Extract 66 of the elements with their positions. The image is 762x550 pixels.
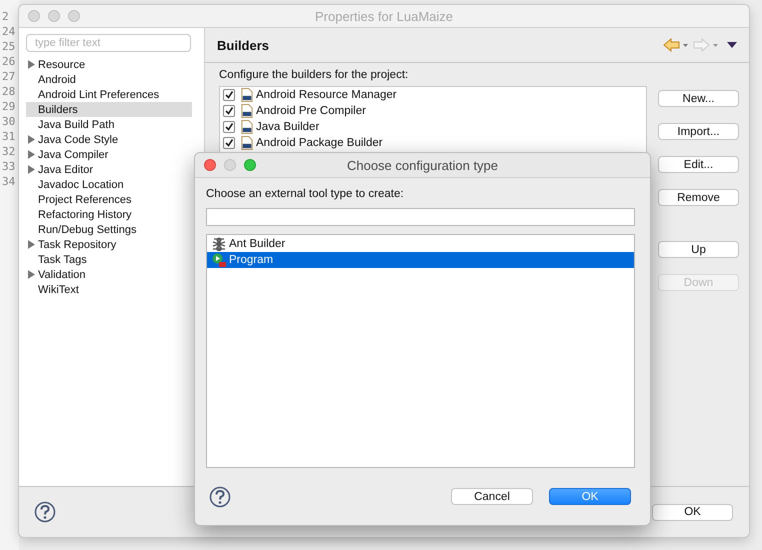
- line-number: 34: [1, 174, 16, 189]
- back-arrow-icon[interactable]: [663, 38, 689, 52]
- line-number: 32: [1, 144, 16, 159]
- search-field[interactable]: [206, 208, 635, 226]
- line-number: 28: [1, 84, 16, 99]
- view-menu-icon[interactable]: [727, 42, 737, 48]
- line-number: 31: [1, 129, 16, 144]
- line-number: 30: [1, 114, 16, 129]
- side-button[interactable]: Up: [658, 241, 739, 258]
- help-icon[interactable]: [34, 501, 56, 523]
- side-button[interactable]: Remove: [658, 189, 739, 206]
- sidebar-item[interactable]: Builders: [26, 102, 192, 117]
- type-item[interactable]: Program: [207, 252, 634, 268]
- sidebar-item[interactable]: Project References: [26, 192, 192, 207]
- close-button[interactable]: [204, 159, 216, 171]
- line-number: 27: [1, 69, 16, 84]
- sidebar-item[interactable]: Javadoc Location: [26, 177, 192, 192]
- sidebar-item[interactable]: Java Editor: [26, 162, 192, 177]
- ok-button[interactable]: OK: [652, 504, 733, 520]
- sidebar-item[interactable]: Java Compiler: [26, 147, 192, 162]
- side-button[interactable]: Import...: [658, 123, 739, 140]
- line-number: 24: [1, 24, 16, 39]
- sidebar-item[interactable]: Android: [26, 72, 192, 87]
- description-text: Configure the builders for the project:: [219, 69, 410, 81]
- expand-icon[interactable]: [28, 60, 35, 69]
- line-number: 33: [1, 159, 16, 174]
- side-button[interactable]: New...: [658, 90, 739, 107]
- line-number: 29: [1, 99, 16, 114]
- line-number: 25: [1, 39, 16, 54]
- sidebar-item[interactable]: WikiText: [26, 282, 192, 297]
- sidebar-item[interactable]: Task Repository: [26, 237, 192, 252]
- sidebar-item[interactable]: Java Code Style: [26, 132, 192, 147]
- builder-label: Android Pre Compiler: [256, 105, 366, 117]
- filter-field[interactable]: type filter text: [26, 34, 191, 52]
- sidebar-item[interactable]: Resource: [26, 57, 192, 72]
- builder-label: Android Package Builder: [256, 137, 383, 149]
- line-number: 26: [1, 54, 16, 69]
- sidebar-item[interactable]: Android Lint Preferences: [26, 87, 192, 102]
- side-button[interactable]: Edit...: [658, 156, 739, 173]
- sidebar-item[interactable]: Java Build Path: [26, 117, 192, 132]
- binary-file-icon: [241, 136, 253, 150]
- checkbox[interactable]: [223, 105, 235, 117]
- sidebar-item[interactable]: Task Tags: [26, 252, 192, 267]
- binary-file-icon: [241, 120, 253, 134]
- sidebar-item[interactable]: Refactoring History: [26, 207, 192, 222]
- type-item[interactable]: Ant Builder: [207, 236, 634, 252]
- checkbox[interactable]: [223, 137, 235, 149]
- builder-label: Java Builder: [256, 121, 320, 133]
- run-program-icon: [212, 253, 226, 267]
- expand-icon[interactable]: [28, 270, 35, 279]
- window-title: Properties for LuaMaize: [315, 8, 453, 24]
- help-icon[interactable]: [209, 486, 231, 508]
- zoom-button[interactable]: [244, 159, 256, 171]
- sidebar-item[interactable]: Run/Debug Settings: [26, 222, 192, 237]
- dialog-title: Choose configuration type: [346, 158, 498, 172]
- checkbox[interactable]: [223, 121, 235, 133]
- expand-icon[interactable]: [28, 240, 35, 249]
- page-title: Builders: [217, 38, 270, 52]
- builder-label: Android Resource Manager: [256, 89, 397, 101]
- line-number: 2: [1, 9, 10, 24]
- checkbox[interactable]: [223, 89, 235, 101]
- ant-icon: [212, 237, 226, 251]
- dialog-button[interactable]: Cancel: [451, 488, 533, 505]
- binary-file-icon: [241, 104, 253, 118]
- sidebar-item[interactable]: Validation: [26, 267, 192, 282]
- prompt-text: Choose an external tool type to create:: [206, 188, 405, 200]
